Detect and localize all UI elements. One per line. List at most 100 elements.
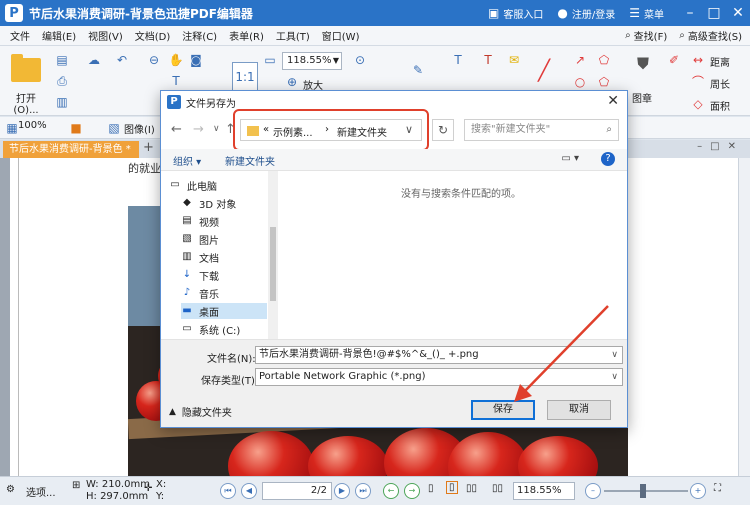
cursor-icon: ✛ — [144, 483, 153, 494]
menu-file[interactable]: 文件 — [10, 28, 30, 43]
status-zoom-value: 118.55% — [517, 485, 562, 496]
pencil-icon[interactable]: ✎ — [410, 62, 426, 78]
text-box-icon[interactable]: T — [480, 52, 496, 68]
tree-item-music[interactable]: ♪ 音乐 — [181, 285, 281, 301]
tree-item-downloads[interactable]: ↓ 下载 — [181, 267, 281, 283]
fullscreen-icon[interactable]: ⛶ — [714, 483, 721, 494]
back-icon[interactable]: ⊖ — [146, 52, 162, 68]
actual-size-icon[interactable]: 1:1 — [232, 62, 258, 92]
tree-item-3d-objects[interactable]: ◆ 3D 对象 — [181, 195, 281, 211]
advanced-find-button[interactable]: ⌕ 高级查找(S) — [679, 28, 742, 43]
minimize-button[interactable]: – — [678, 5, 702, 21]
close-icon[interactable]: ✕ — [607, 93, 619, 109]
find-button[interactable]: ⌕ 查找(F) — [625, 28, 667, 43]
camera-icon[interactable]: ◙ — [188, 52, 204, 68]
cloud-icon[interactable]: ☁ — [86, 52, 102, 68]
menu-edit[interactable]: 编辑(E) — [42, 28, 76, 43]
gear-icon[interactable]: ⚙ — [6, 484, 15, 495]
line-tool-icon[interactable]: ╱ — [536, 60, 552, 80]
refresh-icon[interactable]: ↻ — [432, 119, 454, 141]
text-select-icon[interactable]: T — [168, 73, 184, 89]
circle-tool-icon[interactable]: ○ — [572, 74, 588, 90]
continuous-page-icon[interactable]: ▯ — [446, 481, 458, 494]
eraser-icon[interactable]: ✐ — [666, 52, 682, 68]
forward-arrow-icon[interactable]: → — [193, 122, 204, 137]
new-tab-icon[interactable]: + — [143, 140, 154, 155]
menu-comment[interactable]: 注释(C) — [182, 28, 217, 43]
menu-window[interactable]: 窗口(W) — [322, 28, 360, 43]
print-icon[interactable]: ⎙ — [54, 73, 70, 89]
organize-menu[interactable]: 组织 ▾ — [173, 153, 201, 168]
user-icon: ● — [557, 6, 568, 20]
close-window-button[interactable]: ✕ — [726, 5, 750, 21]
perimeter-label[interactable]: 周长 — [710, 76, 730, 91]
service-entry[interactable]: ▣ 客服入口 — [488, 6, 543, 21]
annotation-arrow — [514, 305, 609, 402]
back-view-icon[interactable]: ← — [383, 483, 399, 499]
tree-item-documents[interactable]: ▥ 文档 — [181, 249, 281, 265]
next-page-icon[interactable]: ▶ — [334, 483, 350, 499]
zoom-in-icon[interactable]: ⊕ — [284, 74, 300, 90]
tree-item-videos[interactable]: ▤ 视频 — [181, 213, 281, 229]
fit-page-icon[interactable]: ▭ — [262, 52, 278, 68]
recent-dropdown-icon[interactable]: ∨ — [213, 124, 220, 134]
document-tab[interactable]: 节后水果消费调研-背景色 * — [3, 141, 139, 158]
hide-folders-toggle[interactable]: ▲ 隐藏文件夹 — [169, 404, 232, 420]
last-page-icon[interactable]: ⏭ — [355, 483, 371, 499]
main-scrollbar[interactable] — [738, 158, 750, 476]
register-login[interactable]: ● 注册/登录 — [557, 6, 615, 21]
tree-scrollbar[interactable] — [268, 171, 278, 339]
color-picker-icon[interactable]: ■ — [68, 120, 84, 136]
first-page-icon[interactable]: ⏮ — [220, 483, 236, 499]
note-icon[interactable]: ✉ — [506, 52, 522, 68]
prev-page-icon[interactable]: ◀ — [241, 483, 257, 499]
menu-document[interactable]: 文档(D) — [135, 28, 171, 43]
stamp-icon[interactable]: ⛊ — [632, 56, 654, 82]
status-zoom-field[interactable]: 118.55% — [513, 482, 575, 500]
menu-view[interactable]: 视图(V) — [88, 28, 123, 43]
secondary-zoom[interactable]: 100% — [18, 120, 47, 131]
open-button[interactable]: 打开(O)... — [6, 52, 46, 116]
document-icon[interactable]: ▥ — [54, 94, 70, 110]
menu-form[interactable]: 表单(R) — [229, 28, 264, 43]
facing-page-icon[interactable]: ▯▯ — [466, 483, 477, 494]
area-label[interactable]: 面积 — [710, 98, 730, 113]
polygon-tool-icon[interactable]: ⬠ — [596, 52, 612, 68]
typewriter-icon[interactable]: T — [450, 52, 466, 68]
zoom-slider-thumb[interactable] — [640, 484, 646, 498]
tree-item-this-pc[interactable]: ▭ 此电脑 — [169, 177, 269, 193]
folder-search-input[interactable]: 搜索"新建文件夹" ⌕ — [464, 119, 619, 141]
forward-view-icon[interactable]: → — [404, 483, 420, 499]
undo-icon[interactable]: ↶ — [114, 52, 130, 68]
zoom-slider-track[interactable] — [604, 490, 688, 492]
zoom-out-icon[interactable]: – — [585, 483, 601, 499]
arrow-tool-icon[interactable]: ↗ — [572, 52, 588, 68]
menu-tools[interactable]: 工具(T) — [276, 28, 310, 43]
back-arrow-icon[interactable]: ← — [171, 122, 182, 137]
page-number-field[interactable]: 2/2 — [262, 482, 332, 500]
ribbon-zoom-field[interactable]: 118.55% ▼ — [282, 52, 342, 70]
pentagon-tool-icon[interactable]: ⬠ — [596, 74, 612, 90]
tree-item-pictures[interactable]: ▧ 图片 — [181, 231, 281, 247]
tab-window-controls[interactable]: –□✕ — [697, 141, 744, 152]
single-page-icon[interactable]: ▯ — [428, 483, 434, 494]
hand-tool-icon[interactable]: ✋ — [168, 52, 184, 68]
tree-item-system-c[interactable]: ▭ 系统 (C:) — [181, 321, 281, 337]
tree-scroll-thumb[interactable] — [270, 227, 276, 301]
image-menu[interactable]: 图像(I) — [124, 121, 155, 136]
help-icon[interactable]: ? — [601, 152, 615, 166]
continuous-facing-icon[interactable]: ▯▯ — [492, 483, 503, 494]
select-options[interactable]: 选项... — [26, 484, 56, 499]
save-icon[interactable]: ▤ — [54, 52, 70, 68]
zoom-in-status-icon[interactable]: + — [690, 483, 706, 499]
view-options-icon[interactable]: ▭ ▾ — [561, 153, 579, 164]
maximize-button[interactable]: □ — [702, 5, 726, 21]
distance-label[interactable]: 距离 — [710, 54, 730, 69]
register-label: 注册/登录 — [571, 9, 616, 21]
advanced-find-icon: ⌕ — [679, 30, 685, 41]
zoom-search-icon[interactable]: ⊙ — [352, 52, 368, 68]
menu-button[interactable]: ☰ 菜单 — [629, 6, 664, 21]
new-folder-button[interactable]: 新建文件夹 — [225, 153, 275, 168]
desktop-folder-icon: ▬ — [182, 305, 192, 316]
tree-item-desktop[interactable]: ▬ 桌面 — [181, 303, 267, 319]
